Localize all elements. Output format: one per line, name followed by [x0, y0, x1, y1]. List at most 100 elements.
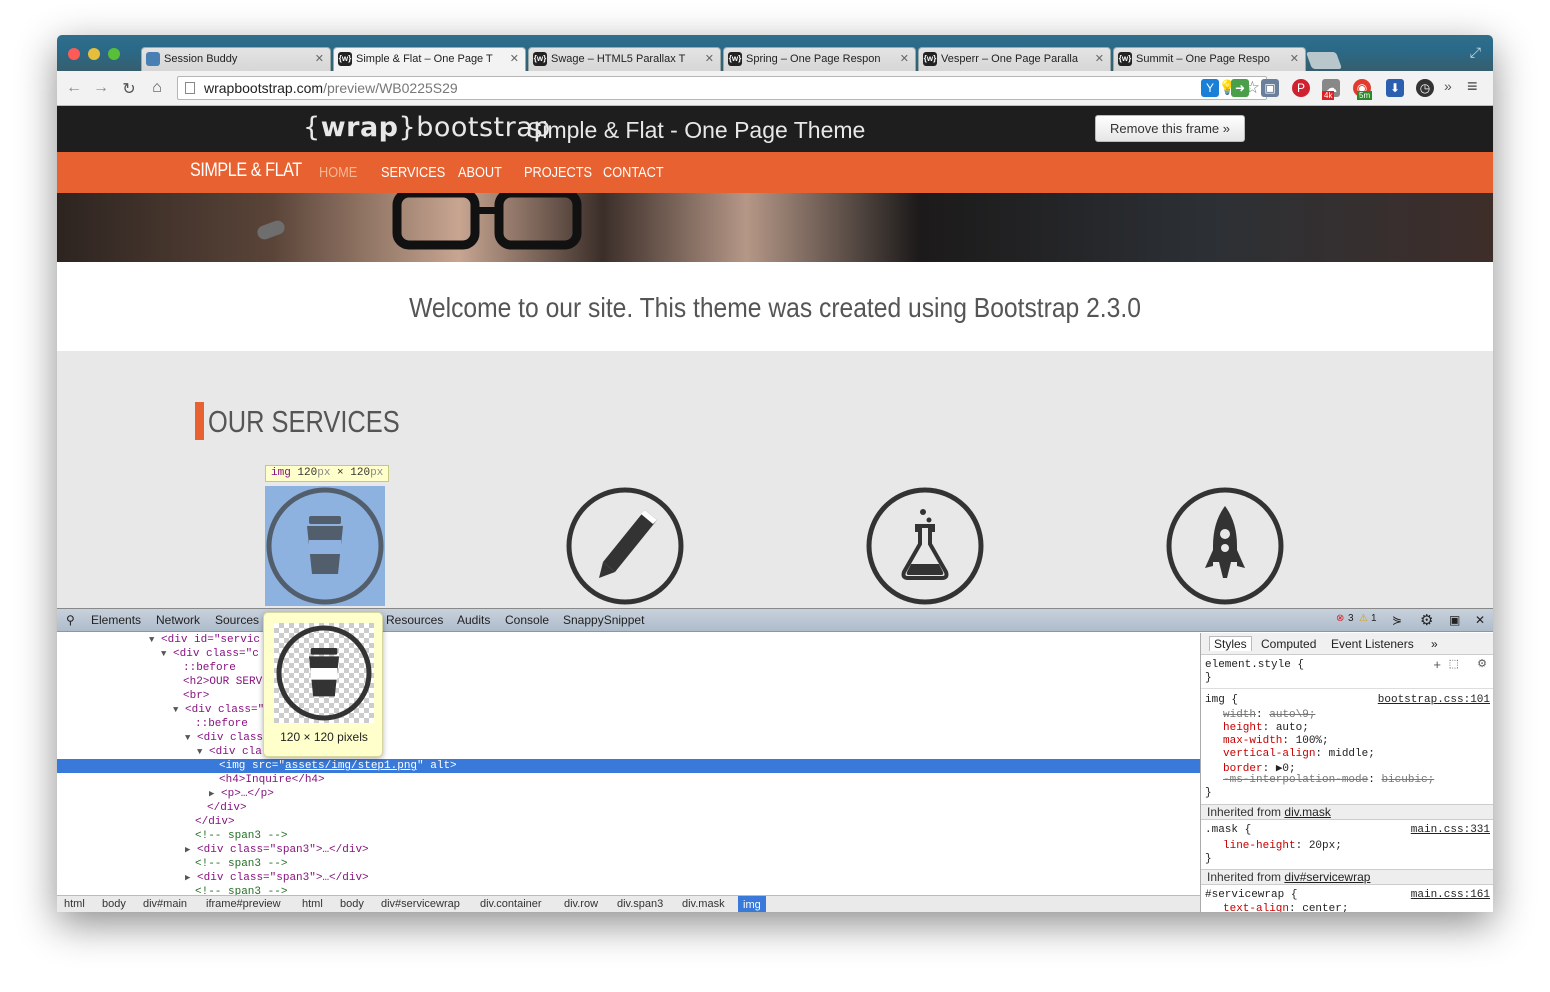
- dom-node[interactable]: <!-- span3 -->: [57, 885, 1200, 895]
- pinterest-icon[interactable]: P: [1292, 79, 1310, 97]
- address-bar[interactable]: wrapbootstrap.com/preview/WB0225S29 💡 ☆: [177, 76, 1267, 100]
- dom-node[interactable]: </div>: [57, 815, 1200, 829]
- more-extensions-icon[interactable]: »: [1444, 78, 1452, 94]
- extension-y-icon[interactable]: Y: [1201, 79, 1219, 97]
- home-icon[interactable]: ⌂: [147, 79, 167, 97]
- tab-network[interactable]: Network: [156, 613, 200, 627]
- crumb-container[interactable]: div.container: [480, 898, 542, 910]
- css-prop[interactable]: vertical-align: middle;: [1223, 748, 1375, 760]
- dom-node[interactable]: ▼ <div class="c: [57, 647, 1200, 661]
- close-tab-icon[interactable]: ✕: [1095, 52, 1104, 65]
- new-tab-button[interactable]: [1305, 52, 1343, 69]
- mask-rule-source[interactable]: main.css:331: [1411, 824, 1490, 836]
- dock-icon[interactable]: ▣: [1449, 613, 1460, 627]
- tab-summit[interactable]: {w} Summit – One Page Respo ✕: [1113, 47, 1306, 71]
- expand-arrow-icon[interactable]: ▶: [185, 873, 190, 883]
- crumb-html[interactable]: html: [64, 898, 85, 910]
- warning-icon[interactable]: ⚠: [1359, 613, 1368, 624]
- console-drawer-icon[interactable]: ⋟: [1392, 613, 1402, 627]
- expand-arrow-icon[interactable]: ▼: [149, 635, 154, 645]
- clock-icon[interactable]: ◷: [1416, 79, 1434, 97]
- inherited-link[interactable]: div.mask: [1284, 805, 1330, 819]
- minimize-window-button[interactable]: [88, 48, 100, 60]
- crumb-body-inner[interactable]: body: [340, 898, 364, 910]
- tab-resources[interactable]: Resources: [386, 613, 443, 627]
- crumb-row[interactable]: div.row: [564, 898, 598, 910]
- crumb-span3[interactable]: div.span3: [617, 898, 663, 910]
- new-rule-icon[interactable]: +: [1433, 657, 1441, 672]
- error-icon[interactable]: ⊗: [1336, 613, 1344, 624]
- css-prop[interactable]: -ms-interpolation-mode: bicubic;: [1223, 774, 1434, 786]
- css-prop[interactable]: width: auto\9;: [1223, 709, 1315, 721]
- tab-session-buddy[interactable]: Session Buddy ✕: [141, 47, 331, 71]
- tab-vesperr[interactable]: {w} Vesperr – One Page Paralla ✕: [918, 47, 1111, 71]
- expand-arrow-icon[interactable]: ▶: [209, 789, 214, 799]
- dom-node[interactable]: ▶ <div class="span3">…</div>: [57, 843, 1200, 857]
- tab-simple-flat[interactable]: {w} Simple & Flat – One Page T ✕: [333, 47, 526, 71]
- search-icon[interactable]: ⚲: [66, 613, 75, 627]
- tab-styles[interactable]: Styles: [1209, 636, 1252, 651]
- close-window-button[interactable]: [68, 48, 80, 60]
- dom-node[interactable]: <br>: [57, 689, 1200, 703]
- dom-node[interactable]: <h2>OUR SERV: [57, 675, 1200, 689]
- nav-services[interactable]: SERVICES: [381, 164, 445, 181]
- img-rule-source[interactable]: bootstrap.css:101: [1378, 694, 1490, 706]
- servicewrap-rule-source[interactable]: main.css:161: [1411, 889, 1490, 901]
- tab-snappysnippet[interactable]: SnappySnippet: [563, 613, 644, 627]
- tab-audits[interactable]: Audits: [457, 613, 490, 627]
- zoom-window-button[interactable]: [108, 48, 120, 60]
- extension-arrow-icon[interactable]: ➜: [1231, 79, 1249, 97]
- styles-gear-icon[interactable]: ⚙: [1477, 657, 1487, 670]
- dom-node[interactable]: <!-- span3 -->: [57, 857, 1200, 871]
- css-prop[interactable]: border: ▶0;: [1223, 761, 1296, 775]
- dom-node[interactable]: </div>: [57, 801, 1200, 815]
- extension-window-icon[interactable]: ▣: [1261, 79, 1279, 97]
- crumb-img[interactable]: img: [738, 896, 766, 912]
- close-tab-icon[interactable]: ✕: [705, 52, 714, 65]
- css-prop[interactable]: height: auto;: [1223, 722, 1309, 734]
- nav-projects[interactable]: PROJECTS: [524, 164, 592, 181]
- crumb-div-main[interactable]: div#main: [143, 898, 187, 910]
- tab-computed[interactable]: Computed: [1261, 637, 1316, 651]
- nav-home[interactable]: HOME: [319, 164, 357, 181]
- site-brand[interactable]: SIMPLE & FLAT: [190, 160, 302, 182]
- tab-sources[interactable]: Sources: [215, 613, 259, 627]
- crumb-iframe-preview[interactable]: iframe#preview: [206, 898, 281, 910]
- dom-node[interactable]: ::before: [57, 661, 1200, 675]
- reload-icon[interactable]: ↻: [119, 79, 139, 99]
- expand-arrow-icon[interactable]: ▼: [161, 649, 166, 659]
- dom-node[interactable]: ▼ <div class: [57, 731, 1200, 745]
- nav-contact[interactable]: CONTACT: [603, 164, 664, 181]
- crumb-servicewrap[interactable]: div#servicewrap: [381, 898, 460, 910]
- tab-elements[interactable]: Elements: [91, 613, 141, 627]
- url-text[interactable]: wrapbootstrap.com/preview/WB0225S29: [204, 80, 458, 96]
- fullscreen-icon[interactable]: ⤢: [1470, 44, 1481, 61]
- tab-event-listeners[interactable]: Event Listeners: [1331, 637, 1414, 651]
- css-prop[interactable]: text-align: center;: [1223, 903, 1348, 912]
- dom-node[interactable]: ▶ <p>…</p>: [57, 787, 1200, 801]
- dom-node-selected[interactable]: <img src="assets/img/step1.png" alt>: [57, 759, 1200, 773]
- tab-spring[interactable]: {w} Spring – One Page Respon ✕: [723, 47, 916, 71]
- expand-arrow-icon[interactable]: ▶: [185, 845, 190, 855]
- remove-frame-button[interactable]: Remove this frame »: [1095, 115, 1245, 142]
- close-tab-icon[interactable]: ✕: [900, 52, 909, 65]
- close-devtools-icon[interactable]: ✕: [1475, 613, 1485, 627]
- dom-node[interactable]: ▼ <div id="servic: [57, 633, 1200, 647]
- back-icon[interactable]: ←: [64, 79, 84, 97]
- settings-gear-icon[interactable]: ⚙: [1420, 611, 1433, 629]
- img-src-link[interactable]: assets/img/step1.png: [285, 760, 417, 772]
- crumb-body[interactable]: body: [102, 898, 126, 910]
- wrapbootstrap-logo[interactable]: {wrap}bootstrap: [303, 112, 551, 143]
- nav-about[interactable]: ABOUT: [458, 164, 502, 181]
- close-tab-icon[interactable]: ✕: [315, 52, 324, 65]
- expand-arrow-icon[interactable]: ▼: [197, 747, 202, 757]
- dom-node[interactable]: ▼ <div class=": [57, 703, 1200, 717]
- dom-node[interactable]: ▶ <div class="span3">…</div>: [57, 871, 1200, 885]
- tab-swage[interactable]: {w} Swage – HTML5 Parallax T ✕: [528, 47, 721, 71]
- dom-node[interactable]: <!-- span3 -->: [57, 829, 1200, 843]
- expand-arrow-icon[interactable]: ▼: [173, 705, 178, 715]
- more-tabs-icon[interactable]: »: [1431, 637, 1438, 651]
- dom-node[interactable]: ::before: [57, 717, 1200, 731]
- expand-arrow-icon[interactable]: ▼: [185, 733, 190, 743]
- dom-node[interactable]: ▼ <div cla: [57, 745, 1200, 759]
